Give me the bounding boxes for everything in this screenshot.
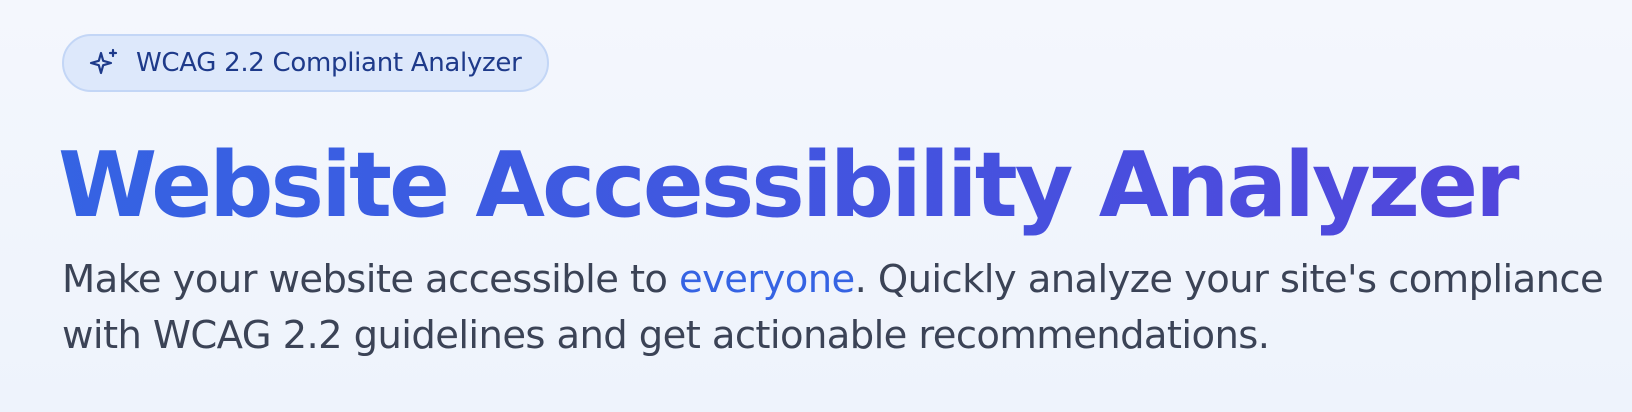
hero-section: WCAG 2.2 Compliant Analyzer Website Acce… <box>58 34 1612 364</box>
badge-label: WCAG 2.2 Compliant Analyzer <box>136 48 522 78</box>
subtitle-line-2: with WCAG 2.2 guidelines and get actiona… <box>62 313 1270 358</box>
subtitle-line-1: Make your website accessible to everyone… <box>62 252 1612 308</box>
page-title: Website Accessibility Analyzer <box>58 134 1612 238</box>
subtitle-text: Make your website accessible to <box>62 257 680 302</box>
subtitle-text: . Quickly analyze your site's compliance <box>854 257 1604 302</box>
subtitle-highlight: everyone <box>679 257 855 302</box>
page-subtitle: Make your website accessible to everyone… <box>62 252 1612 364</box>
compliance-badge: WCAG 2.2 Compliant Analyzer <box>62 34 550 92</box>
sparkles-icon <box>88 47 120 79</box>
